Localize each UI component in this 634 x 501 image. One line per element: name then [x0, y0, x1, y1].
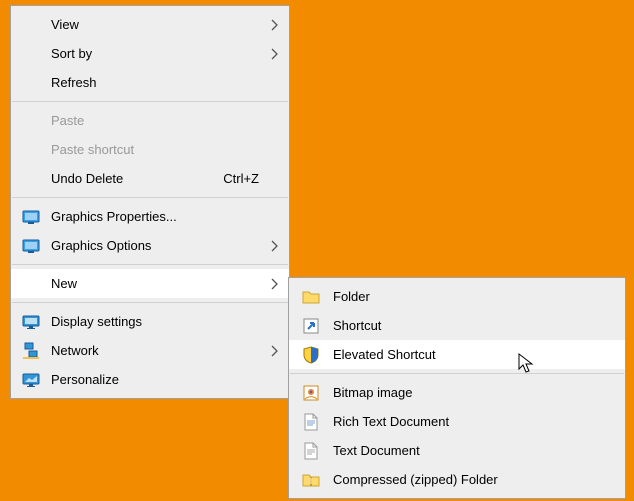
submenu-item-text-document[interactable]: Text Document: [289, 436, 625, 465]
menu-item-display-settings[interactable]: Display settings: [11, 307, 289, 336]
rich-text-document-icon: [301, 412, 321, 432]
menu-item-paste-shortcut: Paste shortcut: [11, 135, 289, 164]
menu-item-paste: Paste: [11, 106, 289, 135]
new-submenu: Folder Shortcut Elevated Shortcut Bitmap…: [288, 277, 626, 499]
menu-separator: [12, 197, 288, 198]
chevron-right-icon: [271, 19, 279, 31]
shield-icon: [301, 345, 321, 365]
menu-label: Display settings: [51, 314, 259, 329]
menu-label: Elevated Shortcut: [333, 347, 617, 362]
menu-label: Paste shortcut: [51, 142, 259, 157]
chevron-right-icon: [271, 240, 279, 252]
menu-label: Compressed (zipped) Folder: [333, 472, 617, 487]
menu-label: Graphics Options: [51, 238, 259, 253]
menu-separator: [12, 101, 288, 102]
graphics-options-icon: [21, 236, 41, 256]
folder-icon: [301, 287, 321, 307]
submenu-item-bitmap-image[interactable]: Bitmap image: [289, 378, 625, 407]
menu-label: Folder: [333, 289, 617, 304]
bitmap-image-icon: [301, 383, 321, 403]
menu-item-sort-by[interactable]: Sort by: [11, 39, 289, 68]
submenu-item-folder[interactable]: Folder: [289, 282, 625, 311]
menu-label: Graphics Properties...: [51, 209, 259, 224]
menu-label: Refresh: [51, 75, 259, 90]
menu-label: Text Document: [333, 443, 617, 458]
chevron-right-icon: [271, 48, 279, 60]
menu-item-graphics-options[interactable]: Graphics Options: [11, 231, 289, 260]
chevron-right-icon: [271, 345, 279, 357]
submenu-item-elevated-shortcut[interactable]: Elevated Shortcut: [289, 340, 625, 369]
menu-item-undo-delete[interactable]: Undo Delete Ctrl+Z: [11, 164, 289, 193]
menu-item-network[interactable]: Network: [11, 336, 289, 365]
personalize-icon: [21, 370, 41, 390]
shortcut-icon: [301, 316, 321, 336]
menu-label: Personalize: [51, 372, 259, 387]
submenu-item-shortcut[interactable]: Shortcut: [289, 311, 625, 340]
menu-label: Network: [51, 343, 259, 358]
compressed-folder-icon: [301, 470, 321, 490]
menu-label: Shortcut: [333, 318, 617, 333]
menu-label: View: [51, 17, 259, 32]
menu-label: Rich Text Document: [333, 414, 617, 429]
menu-item-personalize[interactable]: Personalize: [11, 365, 289, 394]
menu-label: Paste: [51, 113, 259, 128]
menu-separator: [12, 302, 288, 303]
desktop-context-menu: View Sort by Refresh Paste Paste shortcu…: [10, 5, 290, 399]
display-settings-icon: [21, 312, 41, 332]
menu-item-refresh[interactable]: Refresh: [11, 68, 289, 97]
menu-label: Bitmap image: [333, 385, 617, 400]
menu-separator: [12, 264, 288, 265]
menu-label: New: [51, 276, 259, 291]
menu-shortcut: Ctrl+Z: [223, 171, 259, 186]
menu-label: Sort by: [51, 46, 259, 61]
menu-item-view[interactable]: View: [11, 10, 289, 39]
graphics-properties-icon: [21, 207, 41, 227]
text-document-icon: [301, 441, 321, 461]
submenu-item-compressed-folder[interactable]: Compressed (zipped) Folder: [289, 465, 625, 494]
network-icon: [21, 341, 41, 361]
menu-label: Undo Delete: [51, 171, 215, 186]
menu-item-new[interactable]: New: [11, 269, 289, 298]
menu-item-graphics-properties[interactable]: Graphics Properties...: [11, 202, 289, 231]
submenu-item-rich-text-document[interactable]: Rich Text Document: [289, 407, 625, 436]
chevron-right-icon: [271, 278, 279, 290]
menu-separator: [290, 373, 624, 374]
